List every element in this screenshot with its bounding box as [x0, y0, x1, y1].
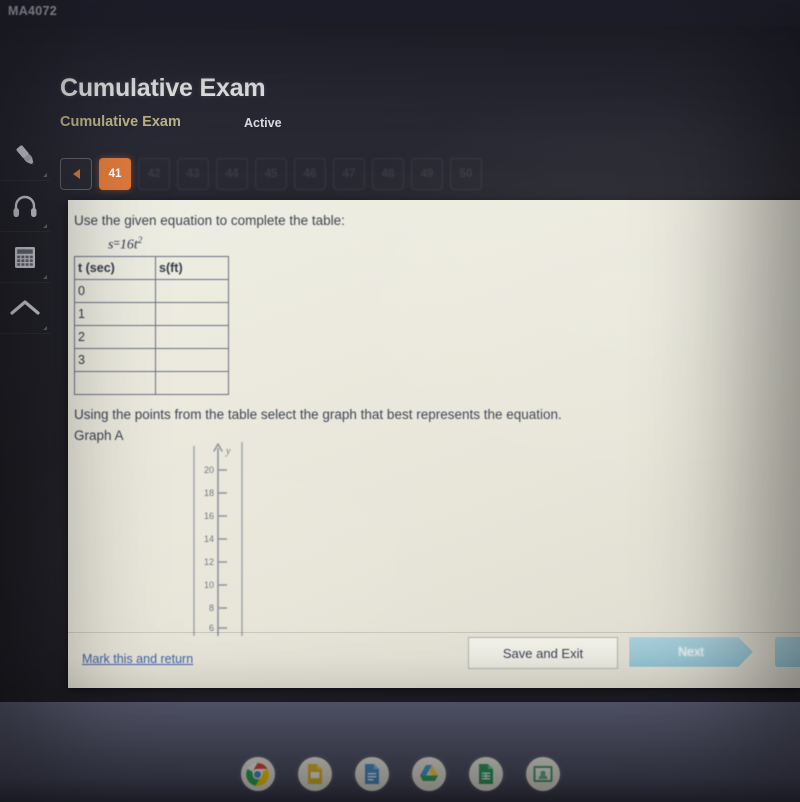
rail-item-headphones[interactable] — [0, 181, 50, 232]
graph-y-tick-18: 18 — [204, 488, 214, 498]
table-cell-t — [74, 371, 156, 395]
table-row[interactable]: 3 — [74, 348, 229, 372]
rail-corner-marker — [43, 275, 47, 279]
mark-this-and-return-link[interactable]: Mark this and return — [82, 652, 193, 666]
table-header-row: t (sec) s(ft) — [74, 256, 229, 280]
browser-tab-label[interactable]: MA4072 — [8, 4, 57, 18]
table-cell-s[interactable] — [155, 371, 229, 395]
graph-y-axis-label: y — [225, 446, 231, 457]
graph-y-tick-16: 16 — [204, 511, 214, 521]
shelf-item-chrome[interactable] — [240, 757, 275, 791]
pager-item-45[interactable]: 45 — [255, 158, 287, 190]
pager-prev-button[interactable] — [60, 158, 92, 190]
pager-item-46[interactable]: 46 — [294, 158, 326, 190]
equation-display: s=16t2 — [108, 235, 142, 254]
highlighter-icon — [10, 140, 40, 170]
table-cell-s[interactable] — [155, 302, 229, 326]
table-cell-s[interactable] — [155, 348, 229, 372]
google-drive-icon — [417, 762, 441, 786]
google-sheets-icon — [474, 762, 498, 786]
graph-y-tick-8: 8 — [209, 603, 214, 613]
table-cell-t: 1 — [74, 302, 156, 326]
table-cell-t: 0 — [74, 279, 156, 303]
chromebook-screen: MA4072 Cumulative Exam Cumulative Exam A… — [0, 0, 800, 802]
rail-corner-marker — [43, 326, 47, 330]
google-docs-icon — [360, 762, 384, 786]
shelf-item-drive[interactable] — [411, 757, 446, 791]
table-cell-s[interactable] — [155, 325, 229, 349]
shelf-item-docs[interactable] — [354, 757, 389, 791]
table-cell-t: 2 — [74, 325, 156, 349]
google-slides-icon — [303, 762, 327, 786]
table-cell-s[interactable] — [155, 279, 229, 303]
question-pager: 41 42 43 44 45 46 47 48 49 50 — [60, 155, 482, 193]
rail-item-collapse[interactable] — [0, 283, 50, 334]
shelf-item-sheets[interactable] — [468, 757, 503, 791]
pager-item-48[interactable]: 48 — [372, 158, 404, 190]
question-card: Use the given equation to complete the t… — [68, 200, 800, 688]
table-row[interactable]: 1 — [74, 302, 229, 326]
collapse-up-icon — [9, 293, 41, 323]
graph-y-tick-20: 20 — [204, 465, 214, 475]
pager-item-47[interactable]: 47 — [333, 158, 365, 190]
graph-y-tick-14: 14 — [204, 534, 214, 544]
table-cell-t: 3 — [74, 348, 156, 372]
pager-item-43[interactable]: 43 — [177, 158, 209, 190]
rail-corner-marker — [43, 224, 47, 228]
table-row[interactable]: 0 — [74, 279, 229, 303]
graph-y-tick-labels: 20 18 16 14 12 10 8 6 — [204, 465, 214, 633]
exam-subtitle: Cumulative Exam — [60, 114, 181, 130]
question-prompt: Use the given equation to complete the t… — [74, 213, 345, 228]
card-footer-divider — [68, 632, 800, 633]
browser-top-bar: MA4072 — [0, 0, 800, 26]
graph-y-tick-10: 10 — [204, 580, 214, 590]
pager-item-current[interactable]: 41 — [99, 158, 131, 190]
offscreen-button-edge[interactable] — [775, 637, 800, 667]
table-header-s: s(ft) — [155, 256, 229, 280]
graph-option-label: Graph A — [74, 428, 124, 443]
status-badge: Active — [244, 116, 282, 130]
tool-rail — [0, 130, 50, 360]
graph-a-svg: y 20 18 16 14 12 10 8 6 — [193, 442, 243, 636]
pager-item-44[interactable]: 44 — [216, 158, 248, 190]
pager-item-49[interactable]: 49 — [411, 158, 443, 190]
table-header-t: t (sec) — [74, 256, 156, 280]
rail-corner-marker — [43, 173, 47, 177]
table-row[interactable] — [74, 371, 229, 395]
equation-exponent: 2 — [137, 235, 143, 245]
shelf-item-classroom[interactable] — [525, 757, 560, 791]
chrome-icon — [245, 762, 270, 787]
graph-y-tick-12: 12 — [204, 557, 214, 567]
rail-item-highlighter[interactable] — [0, 130, 50, 181]
next-button[interactable]: Next — [629, 637, 753, 667]
caret-left-icon — [72, 169, 80, 179]
pager-item-50[interactable]: 50 — [450, 158, 482, 190]
question-prompt-2: Using the points from the table select t… — [74, 407, 562, 422]
headphones-icon — [10, 191, 40, 221]
equation-table: t (sec) s(ft) 0 1 2 3 — [74, 256, 229, 395]
equation-coeff: 16 — [119, 237, 134, 253]
pager-item-42[interactable]: 42 — [138, 158, 170, 190]
rail-item-calculator[interactable] — [0, 232, 50, 283]
graph-a-figure[interactable]: y 20 18 16 14 12 10 8 6 — [186, 440, 256, 636]
page-title: Cumulative Exam — [60, 74, 266, 102]
save-and-exit-button[interactable]: Save and Exit — [468, 637, 618, 669]
graph-y-ticks — [218, 469, 227, 629]
calculator-icon — [10, 242, 40, 272]
shelf-item-slides[interactable] — [297, 757, 332, 791]
table-row[interactable]: 2 — [74, 325, 229, 349]
google-classroom-icon — [531, 762, 555, 786]
shelf-icon-row — [0, 757, 800, 791]
